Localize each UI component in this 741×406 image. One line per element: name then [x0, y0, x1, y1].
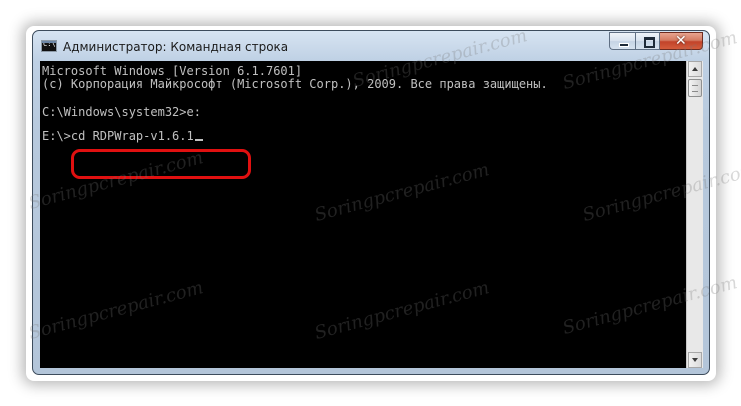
- title-bar[interactable]: Администратор: Командная строка ✕: [33, 31, 709, 61]
- scrollbar-thumb[interactable]: [688, 79, 702, 97]
- vertical-scrollbar[interactable]: [686, 61, 703, 368]
- console-output[interactable]: Microsoft Windows [Version 6.1.7601] (c)…: [40, 61, 686, 368]
- scroll-down-arrow-icon[interactable]: [688, 352, 702, 368]
- console-line-version: Microsoft Windows [Version 6.1.7601]: [42, 64, 303, 78]
- cmd-window[interactable]: Администратор: Командная строка ✕ Micros…: [32, 30, 710, 375]
- console-line-command-drive: C:\Windows\system32>e:: [42, 105, 201, 119]
- command-highlight: [71, 149, 251, 179]
- command-text: E:\>cd RDPWrap-v1.6.1: [42, 129, 194, 143]
- close-button[interactable]: ✕: [660, 32, 703, 50]
- maximize-button[interactable]: [635, 32, 660, 50]
- maximize-icon: [644, 37, 655, 48]
- caption-buttons: ✕: [609, 32, 703, 51]
- console-line-copyright: (c) Корпорация Майкрософт (Microsoft Cor…: [42, 77, 548, 91]
- scroll-up-arrow-icon[interactable]: [688, 61, 702, 77]
- window-title: Администратор: Командная строка: [63, 40, 289, 54]
- minimize-button[interactable]: [609, 32, 635, 50]
- minimize-icon: [619, 43, 629, 47]
- cmd-icon[interactable]: [41, 40, 57, 52]
- text-cursor: [194, 139, 203, 141]
- console-line-current-command: E:\>cd RDPWrap-v1.6.1: [42, 129, 203, 143]
- close-icon: ✕: [675, 33, 687, 49]
